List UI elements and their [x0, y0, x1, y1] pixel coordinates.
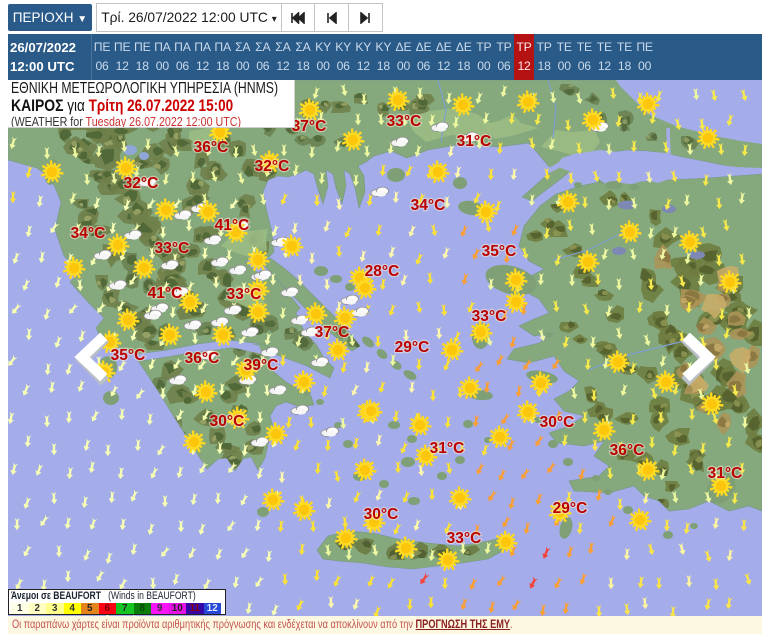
svg-text:31°C: 31°C	[430, 440, 465, 457]
svg-text:30°C: 30°C	[364, 506, 399, 523]
svg-text:29°C: 29°C	[553, 500, 588, 517]
svg-text:35°C: 35°C	[482, 243, 517, 260]
svg-text:37°C: 37°C	[315, 324, 350, 341]
svg-text:31°C: 31°C	[457, 133, 492, 150]
svg-text:34°C: 34°C	[71, 225, 106, 242]
svg-text:32°C: 32°C	[124, 175, 159, 192]
svg-text:33°C: 33°C	[387, 113, 422, 130]
svg-text:35°C: 35°C	[111, 347, 146, 364]
svg-text:33°C: 33°C	[227, 286, 262, 303]
svg-text:33°C: 33°C	[472, 308, 507, 325]
svg-text:34°C: 34°C	[411, 197, 446, 214]
svg-text:31°C: 31°C	[708, 465, 743, 482]
svg-text:28°C: 28°C	[365, 263, 400, 280]
svg-text:30°C: 30°C	[210, 413, 245, 430]
svg-text:41°C: 41°C	[215, 217, 250, 234]
svg-text:39°C: 39°C	[244, 357, 279, 374]
svg-text:33°C: 33°C	[155, 240, 190, 257]
svg-text:29°C: 29°C	[395, 339, 430, 356]
svg-text:32°C: 32°C	[255, 158, 290, 175]
svg-text:30°C: 30°C	[540, 414, 575, 431]
svg-text:33°C: 33°C	[447, 530, 482, 547]
svg-text:36°C: 36°C	[185, 350, 220, 367]
svg-text:41°C: 41°C	[148, 285, 183, 302]
svg-text:36°C: 36°C	[194, 139, 229, 156]
svg-text:37°C: 37°C	[292, 118, 327, 135]
svg-text:36°C: 36°C	[610, 442, 645, 459]
